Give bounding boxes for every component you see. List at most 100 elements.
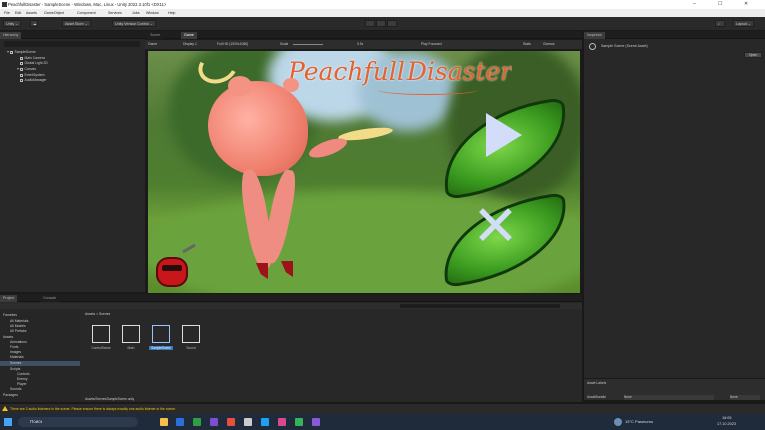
peach-ear	[283, 78, 299, 92]
tree-item-scenes[interactable]: Scenes	[10, 361, 21, 365]
maximize-icon[interactable]: ☐	[718, 1, 722, 7]
resolution-dropdown[interactable]: Full HD (1920x1080)	[217, 42, 248, 46]
play-icon	[486, 113, 522, 157]
taskbar-app-icon[interactable]	[295, 418, 303, 426]
menu-component[interactable]: Component	[77, 11, 96, 15]
game-viewport[interactable]: PeachfullDisaster ✕	[148, 51, 580, 293]
asset-store-button[interactable]: Asset Store ⌄	[62, 20, 91, 27]
tab-project[interactable]: Project	[0, 295, 18, 302]
play-mode-dropdown[interactable]: Play Focused	[421, 42, 442, 46]
menu-assets[interactable]: Assets	[26, 11, 37, 15]
asset-item[interactable]: Sound	[179, 325, 203, 350]
asset-item[interactable]: ControlScene	[89, 325, 113, 350]
tree-item[interactable]: All Models	[10, 324, 26, 328]
weather-icon	[614, 418, 622, 426]
game-toolbar: Game Display 1 Full HD (1920x1080) Scale…	[145, 40, 582, 49]
pause-button[interactable]	[376, 20, 386, 27]
hierarchy-item[interactable]: Canvas	[17, 67, 36, 71]
tab-console[interactable]: Console	[40, 295, 60, 302]
clock-date[interactable]: 17.10.2023	[717, 422, 736, 426]
window-title: PeachfullDisaster - SampleScene - Window…	[8, 2, 167, 7]
hierarchy-item[interactable]: Main Camera	[20, 56, 45, 60]
account-button[interactable]: Unity ⌄	[3, 20, 22, 27]
tab-scene[interactable]: Scene	[147, 32, 164, 39]
taskbar-search[interactable]: Поиск	[18, 417, 138, 427]
taskbar-app-icon[interactable]	[261, 418, 269, 426]
tree-item[interactable]: Controls	[17, 372, 30, 376]
tree-item[interactable]: Images	[10, 350, 21, 354]
minimize-icon[interactable]: –	[693, 1, 696, 7]
menu-bar: File Edit Assets GameObject Component Se…	[0, 9, 765, 17]
open-button[interactable]: Open	[744, 52, 762, 58]
tree-item[interactable]: All Prefabs	[10, 329, 26, 333]
inspector-panel: Inspector Sample Scene (Scene Asset) Ope…	[584, 31, 765, 378]
search-icon[interactable]: ⌕	[715, 20, 725, 27]
menu-edit[interactable]: Edit	[15, 11, 21, 15]
status-bar: There are 2 audio listeners in the scene…	[0, 404, 765, 414]
close-icon[interactable]: ✕	[744, 1, 748, 7]
menu-help[interactable]: Help	[168, 11, 175, 15]
tree-item[interactable]: Enemy	[17, 377, 28, 381]
unity-logo-icon	[2, 2, 7, 7]
windows-taskbar: Поиск 15°C Pasmurno 16:05 17.10.2023	[0, 414, 765, 430]
tree-item[interactable]: Packages	[3, 393, 18, 397]
unity-taskbar-icon[interactable]	[244, 418, 252, 426]
hierarchy-search-input[interactable]	[4, 41, 140, 47]
stats-button[interactable]: Stats	[523, 42, 531, 46]
step-button[interactable]	[387, 20, 397, 27]
tree-item[interactable]: Fonts	[10, 345, 18, 349]
taskbar-search-label: Поиск	[30, 419, 43, 424]
windows-start-icon[interactable]	[4, 418, 12, 426]
cube-icon	[20, 78, 23, 82]
gizmos-button[interactable]: Gizmos	[543, 42, 555, 46]
bomb-icon[interactable]	[156, 257, 188, 287]
tree-item[interactable]: Assets	[3, 335, 13, 339]
play-button[interactable]	[365, 20, 375, 27]
menu-services[interactable]: Services	[108, 11, 122, 15]
cube-icon	[20, 67, 23, 71]
taskbar-app-icon[interactable]	[227, 418, 235, 426]
hierarchy-item[interactable]: EventSystem	[20, 73, 44, 77]
menu-file[interactable]: File	[4, 11, 10, 15]
tab-game[interactable]: Game	[181, 32, 197, 39]
tab-hierarchy[interactable]: Hierarchy	[0, 32, 22, 39]
asset-bundle-dropdown[interactable]: None	[624, 395, 714, 400]
menu-window[interactable]: Window	[146, 11, 159, 15]
asset-item-selected[interactable]: SampleScene	[149, 325, 173, 350]
asset-bundle-variant-dropdown[interactable]: None	[730, 395, 760, 400]
version-control-button[interactable]: Unity Version Control ⌄	[112, 20, 156, 27]
tree-item[interactable]: Scripts	[10, 367, 20, 371]
display-number-dropdown[interactable]: Display 1	[183, 42, 197, 46]
clock-time[interactable]: 16:05	[722, 416, 732, 420]
weather-text[interactable]: 15°C Pasmurno	[625, 419, 653, 424]
hierarchy-item-scene[interactable]: SampleScene	[7, 50, 36, 54]
tree-item[interactable]: Materials	[10, 355, 24, 359]
tree-item[interactable]: Player	[17, 382, 27, 386]
asset-labels-panel: Asset Labels AssetBundle None None	[584, 378, 765, 400]
asset-item[interactable]: Main	[119, 325, 143, 350]
tree-item[interactable]: All Materials	[10, 319, 28, 323]
taskbar-app-icon[interactable]	[193, 418, 201, 426]
hierarchy-item[interactable]: Global Light 2D	[20, 61, 48, 65]
menu-jobs[interactable]: Jobs	[132, 11, 140, 15]
display-dropdown[interactable]: Game	[148, 42, 157, 46]
project-search-input[interactable]	[400, 304, 560, 308]
status-message[interactable]: There are 2 audio listeners in the scene…	[10, 407, 176, 411]
taskbar-app-icon[interactable]	[278, 418, 286, 426]
cloud-icon[interactable]: ☁	[30, 20, 38, 27]
unity-scene-icon	[92, 325, 110, 343]
scale-slider[interactable]	[293, 44, 323, 45]
menu-gameobject[interactable]: GameObject	[44, 11, 64, 15]
taskbar-app-icon[interactable]	[176, 418, 184, 426]
tree-item[interactable]: Animations	[10, 340, 27, 344]
visual-studio-icon[interactable]	[312, 418, 320, 426]
peach-arm	[306, 134, 350, 162]
tree-item[interactable]: Sounds	[10, 387, 22, 391]
tab-inspector[interactable]: Inspector	[584, 32, 605, 39]
taskbar-app-icon[interactable]	[210, 418, 218, 426]
hierarchy-item[interactable]: AudioManager	[20, 78, 47, 82]
tree-item[interactable]: Favorites	[3, 313, 17, 317]
scene-icon	[10, 50, 13, 54]
layout-dropdown[interactable]: Layout ⌄	[733, 20, 754, 27]
file-explorer-icon[interactable]	[160, 418, 168, 426]
